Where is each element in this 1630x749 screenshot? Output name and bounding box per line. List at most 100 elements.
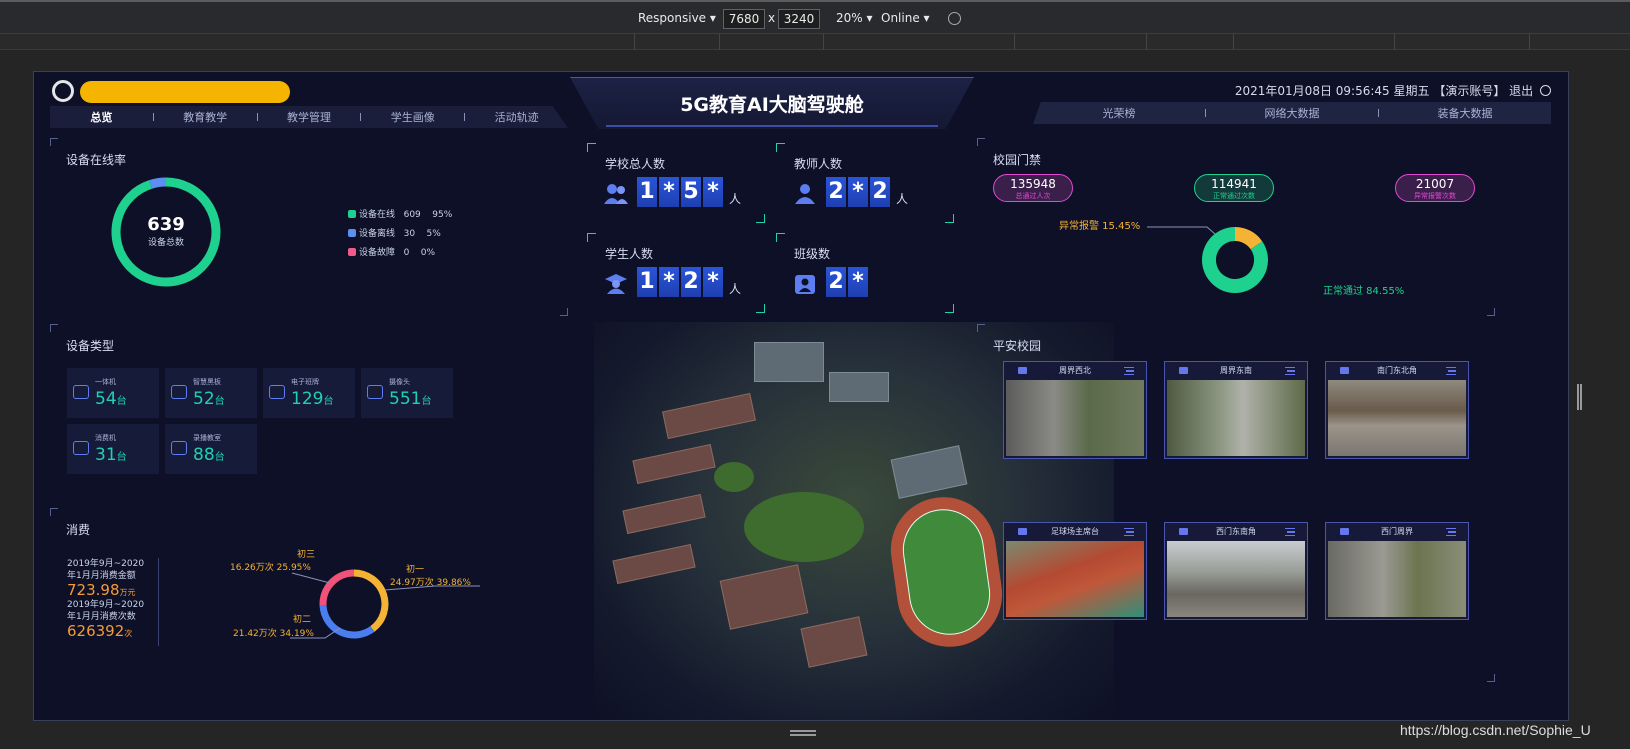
dashboard-screen: 5G教育AI大脑驾驶舱 2021年01月08日 09:56:45 星期五 【演示… [33,71,1569,721]
zoom-label: 20% [836,11,863,25]
teacher-icon [795,184,815,204]
stat-label: 学生人数 [605,247,654,261]
device-online-slice-1 [149,177,167,189]
device-mode-select[interactable]: Responsive ▾ [638,11,716,25]
camera-feed [1006,380,1144,456]
datetime-text: 2021年01月08日 09:56:45 星期五 [1234,84,1430,98]
abnormal-pct-label: 异常报警 15.45% [1059,221,1141,232]
divider [158,558,159,646]
device-online-panel: 设备在线率 639 设备总数 设备在线 609 95% 设备离线 30 5% 设… [50,138,568,316]
menu-icon[interactable] [1446,528,1456,536]
stat-digits: 2 * 2 人 [826,177,908,207]
device-total-label: 设备总数 [147,238,184,248]
camera-feed [1328,380,1466,456]
power-icon[interactable] [1540,85,1551,96]
camera-tile-2[interactable]: 周界东南 [1164,361,1308,459]
donut-center: 639 设备总数 [108,214,224,248]
amount-value: 723.98万元 [67,581,136,599]
panel-title: 平安校园 [993,339,1042,353]
stat-classes: 班级数 2 * [776,233,954,313]
legend-fault: 设备故障 0 0% [348,244,452,263]
video-icon [1340,367,1349,374]
network-label: Online [881,11,920,25]
tab-student-profile[interactable]: 学生画像 [361,109,464,125]
stat-digits: 1 * 5 * 人 [637,177,741,207]
device-legend: 设备在线 609 95% 设备离线 30 5% 设备故障 0 0% [348,206,452,263]
fault-dot-icon [348,248,356,256]
tab-activity-track[interactable]: 活动轨迹 [465,109,568,125]
panel-title: 消费 [66,523,91,537]
menu-icon[interactable] [1285,367,1295,375]
tab-management[interactable]: 教学管理 [258,109,361,125]
camera-icon [367,385,383,399]
watermark: https://blog.csdn.net/Sophie_U [1400,722,1591,738]
nav-left: 总览 教育教学 教学管理 学生画像 活动轨迹 [50,106,568,128]
class-badge-icon [795,275,815,294]
tab-honor-roll[interactable]: 光荣榜 [1033,105,1205,121]
camera-tile-4[interactable]: 足球场主席台 [1003,522,1147,620]
height-input[interactable]: 3240 [778,9,820,29]
logout-link[interactable]: 退出 [1509,84,1533,98]
page-title: 5G教育AI大脑驾驶舱 [680,94,864,116]
stat-label: 教师人数 [794,157,843,171]
panel-title: 设备类型 [66,339,115,353]
pill-total-pass: 135948 总通过人次 [993,174,1073,202]
tab-equipment-data[interactable]: 装备大数据 [1379,105,1551,121]
stat-digits: 1 * 2 * 人 [637,267,741,297]
offline-dot-icon [348,229,356,237]
consumption-panel: 消费 2019年9月~2020年1月月消费金额 723.98万元 2019年9月… [50,508,568,682]
device-card-smartboard[interactable]: 智慧黑板 52台 [165,368,257,418]
leader-lines [290,572,480,639]
count-label: 2019年9月~2020年1月月消费次数 [67,600,145,622]
menu-icon[interactable] [1124,528,1134,536]
camera-feed [1167,541,1305,617]
pill-normal-pass: 114941 正常通过次数 [1194,174,1274,202]
camera-tile-5[interactable]: 西门东南角 [1164,522,1308,620]
tab-teaching[interactable]: 教育教学 [154,109,257,125]
rotate-icon[interactable] [948,12,961,25]
menu-icon[interactable] [1446,367,1456,375]
stat-students: 学生人数 1 * 2 * 人 [587,233,765,313]
legend-online: 设备在线 609 95% [348,206,452,225]
menu-icon[interactable] [1124,367,1134,375]
camera-tile-1[interactable]: 周界西北 [1003,361,1147,459]
device-card-recording-room[interactable]: 录播教室 88台 [165,424,257,474]
resize-handle-right[interactable] [1577,384,1582,410]
video-icon [1179,528,1188,535]
width-input[interactable]: 7680 [723,9,765,29]
devtools-toolbar: Responsive ▾ 7680 x 3240 20% ▾ Online ▾ [0,0,1630,34]
gate-donut [1202,227,1268,293]
gate-panel: 校园门禁 135948 总通过人次 114941 正常通过次数 21007 异常报警次… [977,138,1495,316]
blackboard-icon [171,385,187,399]
count-value: 626392次 [67,622,133,640]
title-underline [606,125,938,127]
camera-tile-6[interactable]: 西门周界 [1325,522,1469,620]
menu-icon[interactable] [1285,528,1295,536]
device-card-pos[interactable]: 消费机 31台 [67,424,159,474]
resize-handle-bottom[interactable] [790,730,816,736]
nav-right: 光荣榜 网络大数据 装备大数据 [1033,102,1551,124]
camera-feed [1006,541,1144,617]
tab-overview[interactable]: 总览 [50,109,153,125]
zoom-select[interactable]: 20% ▾ [836,11,873,25]
devtools-ruler [0,34,1630,50]
panel-title: 设备在线率 [66,153,127,167]
account-label: 【演示账号】 [1433,84,1506,98]
video-icon [1018,367,1027,374]
stat-teachers: 教师人数 2 * 2 人 [776,143,954,223]
tab-network-data[interactable]: 网络大数据 [1206,105,1378,121]
stat-label: 班级数 [794,247,831,261]
device-card-class-sign[interactable]: 电子班牌 129台 [263,368,355,418]
device-mode-label: Responsive [638,11,707,25]
device-card-aio[interactable]: 一体机 54台 [67,368,159,418]
camera-feed [1167,380,1305,456]
people-icon [604,184,628,204]
panel-title: 校园门禁 [993,153,1042,167]
safety-panel: 平安校园 周界西北 周界东南 南门东北角 足球场主席台 西门东南角 西门周界 [977,324,1495,682]
network-select[interactable]: Online ▾ [881,11,930,25]
device-card-camera[interactable]: 摄像头 551台 [361,368,453,418]
video-icon [1018,528,1027,535]
normal-pct-label: 正常通过 84.55% [1323,286,1405,297]
stat-school-total: 学校总人数 1 * 5 * 人 [587,143,765,223]
camera-tile-3[interactable]: 南门东北角 [1325,361,1469,459]
